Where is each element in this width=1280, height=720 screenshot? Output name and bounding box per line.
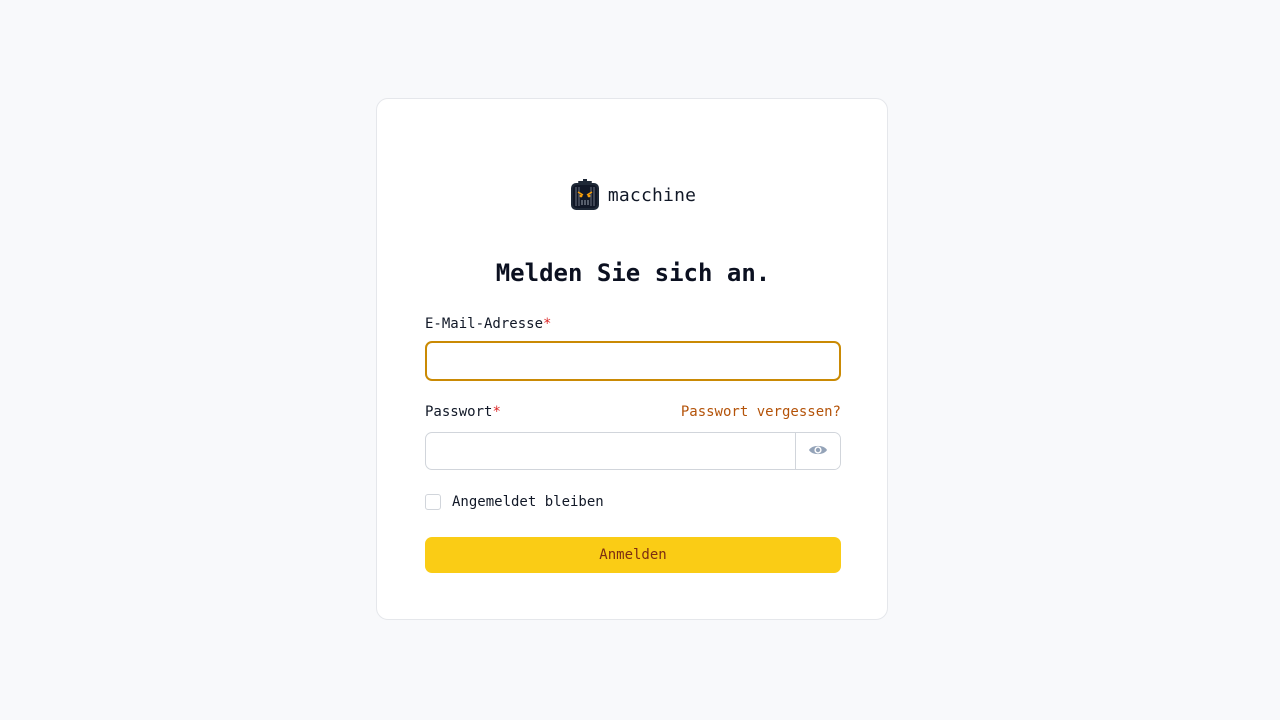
password-label: Passwort* [425,404,501,420]
brand-name: macchine [607,184,697,206]
email-label: E-Mail-Adresse* [425,316,841,332]
eye-icon [808,443,828,460]
email-input[interactable] [425,341,841,381]
page-title: Melden Sie sich an. [495,259,771,287]
remember-me-label[interactable]: Angemeldet bleiben [452,494,604,510]
password-input[interactable] [426,433,795,469]
password-label-row: Passwort* Passwort vergessen? [425,404,841,420]
login-card: macchine Melden Sie sich an. E-Mail-Adre… [376,98,888,620]
robot-face-icon [570,179,600,211]
remember-me-row: Angemeldet bleiben [425,494,841,510]
email-label-text: E-Mail-Adresse [425,316,544,332]
toggle-password-visibility-button[interactable] [795,433,840,469]
password-field [425,432,841,470]
email-required-mark: * [543,316,552,332]
brand: macchine [377,179,889,211]
remember-me-checkbox[interactable] [425,494,441,510]
password-required-mark: * [492,404,501,420]
password-label-text: Passwort [425,404,493,420]
forgot-password-link[interactable]: Passwort vergessen? [681,404,841,420]
login-button[interactable]: Anmelden [425,537,841,573]
